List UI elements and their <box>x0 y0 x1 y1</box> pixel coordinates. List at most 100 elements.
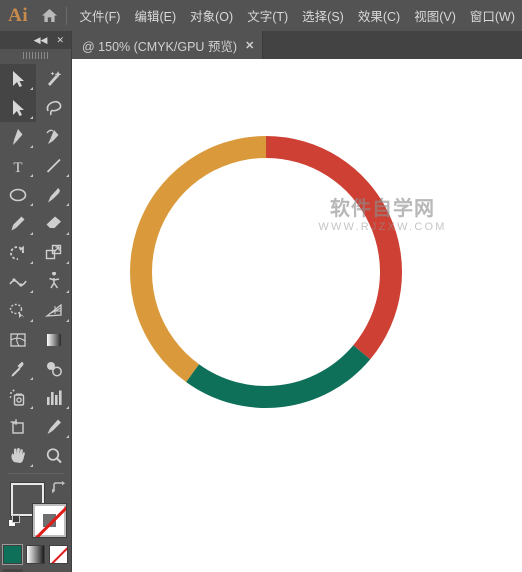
curvature-tool-icon <box>46 129 59 144</box>
perspective-grid-tool[interactable] <box>36 296 72 325</box>
app-logo: Ai <box>8 4 29 26</box>
illustrator-window: Ai 文件(F) 编辑(E) 对象(O) 文字(T) 选择(S) 效果(C) 视图(V) 窗口… <box>0 0 522 572</box>
lasso-tool-icon <box>46 100 62 115</box>
flyout-indicator-icon <box>30 377 33 380</box>
selection-tool-icon <box>13 70 24 87</box>
slice-tool[interactable] <box>36 412 72 441</box>
paint-mode-row <box>0 544 71 565</box>
direct-selection-tool[interactable] <box>0 93 36 122</box>
flyout-indicator-icon <box>66 319 69 322</box>
puppet-warp-tool-icon <box>49 271 60 288</box>
none-slash-icon <box>33 504 66 537</box>
gradient-tool-icon <box>47 333 61 346</box>
tool-grid: T <box>0 64 71 470</box>
donut-segment-0[interactable] <box>266 136 402 360</box>
artboard-canvas[interactable]: 软件自学网 WWW.RJZXW.COM <box>72 59 522 572</box>
pencil-tool-icon <box>11 216 25 230</box>
scale-tool[interactable] <box>36 238 72 267</box>
fill-color-mode-button[interactable] <box>2 544 23 565</box>
magic-wand-tool-icon <box>48 70 62 86</box>
flyout-indicator-icon <box>30 87 33 90</box>
flyout-indicator-icon <box>66 435 69 438</box>
tools-panel-header: ◀◀ ✕ <box>0 31 71 49</box>
selection-tool[interactable] <box>0 64 36 93</box>
collapse-icon[interactable]: ◀◀ <box>34 35 48 45</box>
mesh-tool-icon <box>10 332 26 347</box>
type-tool[interactable]: T <box>0 151 36 180</box>
zoom-tool[interactable] <box>36 441 72 470</box>
menu-separator <box>65 6 67 25</box>
none-mode-button[interactable] <box>49 545 68 564</box>
donut-chart[interactable] <box>128 134 404 410</box>
document-tab[interactable]: @ 150% (CMYK/GPU 预览) ✕ <box>72 31 264 59</box>
artboard-tool-icon <box>10 418 24 434</box>
donut-segment-1[interactable] <box>186 345 371 408</box>
pencil-tool[interactable] <box>0 209 36 238</box>
hand-tool[interactable] <box>0 441 36 470</box>
donut-segment-2[interactable] <box>130 136 266 383</box>
puppet-warp-tool[interactable] <box>36 267 72 296</box>
shape-builder-tool-icon <box>9 303 25 318</box>
pen-tool[interactable] <box>0 122 36 151</box>
flyout-indicator-icon <box>66 290 69 293</box>
blend-tool[interactable] <box>36 354 72 383</box>
flyout-indicator-icon <box>30 174 33 177</box>
rotate-tool[interactable] <box>0 238 36 267</box>
symbol-sprayer-tool[interactable] <box>0 383 36 412</box>
flyout-indicator-icon <box>66 406 69 409</box>
mesh-tool[interactable] <box>0 325 36 354</box>
close-icon[interactable]: ✕ <box>56 35 64 45</box>
line-segment-tool-icon <box>46 158 61 173</box>
scale-tool-icon <box>45 244 62 259</box>
menu-bar: Ai 文件(F) 编辑(E) 对象(O) 文字(T) 选择(S) 效果(C) 视图(V) 窗口… <box>0 0 522 31</box>
direct-selection-tool-icon <box>13 99 24 116</box>
eyedropper-tool[interactable] <box>0 354 36 383</box>
close-icon[interactable]: ✕ <box>245 39 254 52</box>
curvature-tool[interactable] <box>36 122 72 151</box>
column-graph-tool[interactable] <box>36 383 72 412</box>
svg-text:T: T <box>13 160 22 176</box>
pen-tool-icon <box>13 128 23 145</box>
default-fill-stroke-icon[interactable] <box>8 515 21 533</box>
gradient-mode-button[interactable] <box>26 545 45 564</box>
stroke-color-swatch[interactable] <box>32 503 67 538</box>
menu-item-0[interactable]: 文件(F) <box>73 2 128 29</box>
menu-item-5[interactable]: 效果(C) <box>351 2 407 29</box>
ellipse-tool[interactable] <box>0 180 36 209</box>
flyout-indicator-icon <box>66 203 69 206</box>
line-segment-tool[interactable] <box>36 151 72 180</box>
home-icon[interactable] <box>36 8 63 23</box>
flyout-indicator-icon <box>30 116 33 119</box>
color-controls <box>0 479 71 541</box>
width-tool[interactable] <box>0 267 36 296</box>
lasso-tool[interactable] <box>36 93 72 122</box>
gradient-tool[interactable] <box>36 325 72 354</box>
menu-item-2[interactable]: 对象(O) <box>183 2 240 29</box>
ellipse-tool-icon <box>9 188 27 201</box>
panel-drag-handle[interactable] <box>0 49 71 62</box>
document-tab-bar: @ 150% (CMYK/GPU 预览) ✕ <box>0 31 522 59</box>
symbol-sprayer-tool-icon <box>9 389 25 406</box>
menu-item-1[interactable]: 编辑(E) <box>127 2 183 29</box>
tools-panel: ◀◀ ✕ T <box>0 31 72 572</box>
type-tool-icon: T <box>13 160 22 176</box>
menu-item-7[interactable]: 窗口(W) <box>463 2 522 29</box>
column-graph-tool-icon <box>47 390 62 405</box>
menu-item-3[interactable]: 文字(T) <box>240 2 295 29</box>
grip-lines-icon <box>22 52 49 59</box>
menu-item-6[interactable]: 视图(V) <box>407 2 463 29</box>
paintbrush-tool[interactable] <box>36 180 72 209</box>
flyout-indicator-icon <box>30 232 33 235</box>
eraser-tool[interactable] <box>36 209 72 238</box>
magic-wand-tool[interactable] <box>36 64 72 93</box>
shape-builder-tool[interactable] <box>0 296 36 325</box>
flyout-indicator-icon <box>30 464 33 467</box>
flyout-indicator-icon <box>66 174 69 177</box>
artboard-tool[interactable] <box>0 412 36 441</box>
slice-tool-icon <box>47 419 61 434</box>
paintbrush-tool-icon <box>48 187 60 202</box>
swap-fill-stroke-icon[interactable] <box>51 480 66 500</box>
toolbar-divider <box>7 473 64 474</box>
blend-tool-icon <box>47 361 62 376</box>
menu-item-4[interactable]: 选择(S) <box>295 2 351 29</box>
